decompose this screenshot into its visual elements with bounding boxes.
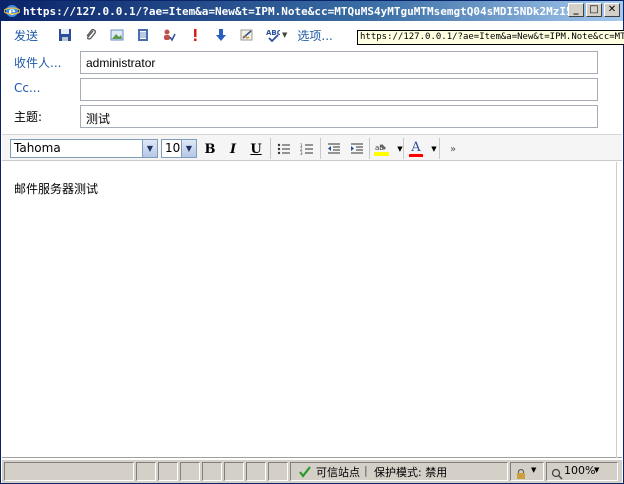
font-size-value: 10 [165,141,181,155]
cc-row: Cc... [2,77,622,103]
highlight-icon: ab [374,144,389,156]
bullet-list-icon [277,143,290,155]
message-body[interactable]: 邮件服务器测试 [2,162,622,458]
font-color-bar [409,154,423,157]
options-button[interactable]: 选项... [297,27,332,44]
minimize-button[interactable]: _ [568,3,584,17]
font-name-value: Tahoma [14,141,61,155]
status-pane [136,462,156,481]
lock-dropdown-icon[interactable]: ▼ [531,466,536,474]
protected-mode-label: 保护模式: 禁用 [374,466,448,479]
svg-text:3: 3 [300,151,303,155]
zoom-icon [551,465,563,484]
popup-window: e https://127.0.0.1/?ae=Item&a=New&t=IPM… [0,0,624,484]
spell-check-dropdown-icon[interactable]: ▼ [282,31,287,39]
insert-image-icon[interactable] [110,28,124,42]
subject-row: 主题: 测试 [2,104,622,130]
bullet-list-button[interactable] [275,140,293,158]
window-title: https://127.0.0.1/?ae=Item&a=New&t=IPM.N… [23,4,568,18]
send-button[interactable]: 发送 [14,27,38,44]
chevron-down-icon: ▼ [181,140,196,157]
status-pane [268,462,288,481]
svg-text:e: e [9,5,16,18]
separator [369,138,370,159]
decrease-indent-button[interactable] [325,140,343,158]
address-book-icon[interactable] [136,28,150,42]
increase-indent-button[interactable] [348,140,366,158]
indent-icon [351,143,363,154]
formatting-toolbar: Tahoma ▼ 10 ▼ B I U 123 ab ▼ A ▼ » [2,134,622,161]
font-color-dropdown-icon[interactable]: ▼ [425,140,443,158]
status-pane-main [4,462,134,481]
spell-check-icon[interactable]: ABC [266,28,280,42]
separator [320,138,321,159]
status-bar: 可信站点 | 保护模式: 禁用 ▼ 100% ▼ [2,459,622,483]
trusted-site-label: 可信站点 [316,466,360,479]
scroll-edge [616,162,617,458]
status-pane [202,462,222,481]
importance-low-icon[interactable] [214,28,228,42]
highlight-button[interactable]: ab [373,140,391,158]
to-field[interactable]: administrator [80,51,598,74]
zoom-level: 100% [564,464,596,477]
bold-button[interactable]: B [201,140,219,158]
maximize-button[interactable]: □ [586,3,602,17]
font-name-select[interactable]: Tahoma ▼ [10,139,158,158]
url-tooltip: https://127.0.0.1/?ae=Item&a=New&t=IPM.N… [357,30,624,45]
font-color-button[interactable]: A [407,140,425,158]
cc-field[interactable] [80,78,598,101]
to-button[interactable]: 收件人... [14,54,61,71]
status-divider: | [364,464,368,477]
importance-high-icon[interactable] [188,28,202,42]
lock-icon [515,465,527,484]
check-icon [298,464,312,483]
underline-button[interactable]: U [247,140,265,158]
numbered-list-button[interactable]: 123 [298,140,316,158]
expand-toolbar-icon[interactable]: » [444,140,462,158]
outdent-icon [328,143,340,154]
subject-label: 主题: [14,110,43,124]
separator [270,138,271,159]
attach-icon[interactable] [84,28,98,42]
cc-button[interactable]: Cc... [14,81,40,95]
to-row: 收件人... administrator [2,50,622,76]
separator [439,138,440,159]
font-color-letter: A [411,140,421,155]
save-icon[interactable] [58,28,72,42]
signature-icon[interactable] [240,28,254,42]
separator [403,138,404,159]
close-button[interactable]: ✕ [604,3,620,17]
title-bar[interactable]: e https://127.0.0.1/?ae=Item&a=New&t=IPM… [1,1,623,21]
font-size-select[interactable]: 10 ▼ [161,139,197,158]
message-text: 邮件服务器测试 [14,182,99,196]
numbered-list-icon: 123 [300,143,313,155]
status-pane [158,462,178,481]
subject-field[interactable]: 测试 [80,105,598,128]
check-names-icon[interactable] [162,28,176,42]
close-icon: ✕ [607,4,617,15]
minimize-icon: _ [573,4,579,15]
status-pane [224,462,244,481]
maximize-icon: □ [589,4,599,15]
ie-icon: e [3,3,21,19]
italic-button[interactable]: I [224,140,242,158]
chevron-down-icon: ▼ [142,140,157,157]
zoom-dropdown-icon[interactable]: ▼ [594,466,599,474]
status-pane [180,462,200,481]
status-pane [246,462,266,481]
